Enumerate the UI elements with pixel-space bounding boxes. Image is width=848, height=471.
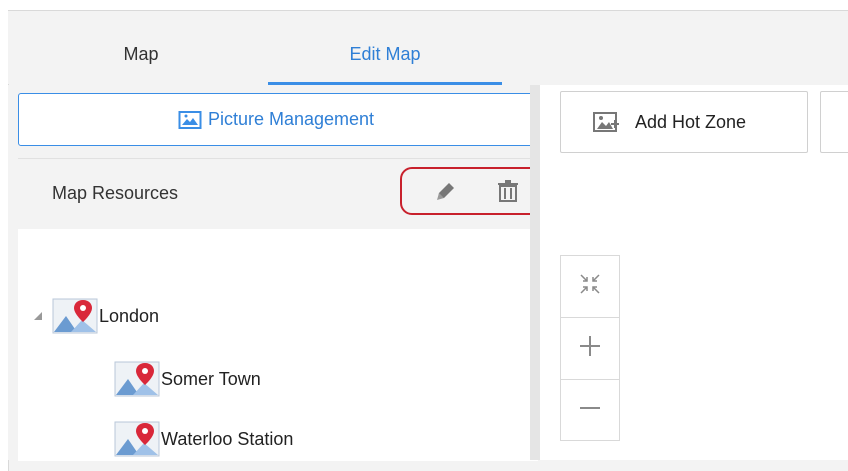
fit-screen-button[interactable] (561, 256, 619, 318)
zoom-in-icon (577, 333, 603, 364)
resources-title: Map Resources (52, 183, 179, 203)
resources-header: Map Resources (18, 159, 542, 229)
tree-item-label: Waterloo Station (161, 428, 294, 449)
tree-item-label: Somer Town (161, 368, 261, 389)
tab-bar: Map Edit Map (8, 11, 848, 85)
pencil-icon[interactable] (434, 179, 458, 208)
panel-divider[interactable] (530, 85, 540, 460)
zoom-out-icon (577, 395, 603, 426)
toolbar-button-partial[interactable] (820, 91, 848, 153)
zoom-controls (560, 255, 620, 441)
resources-section: Map Resources London Somer Town Waterloo… (18, 158, 542, 461)
add-hot-zone-label: Add Hot Zone (635, 111, 747, 132)
fit-screen-icon (577, 271, 603, 302)
expand-triangle-icon[interactable] (32, 310, 46, 322)
map-resources-panel: Picture Management Map Resources London … (8, 85, 542, 461)
add-hot-zone-button[interactable]: Add Hot Zone (560, 91, 808, 153)
picture-management-button[interactable]: Picture Management (18, 93, 534, 146)
zoom-out-button[interactable] (561, 380, 619, 441)
picture-icon (178, 110, 202, 130)
add-hot-zone-icon (593, 110, 621, 134)
tab-map[interactable]: Map (76, 11, 206, 82)
tree-item-london[interactable]: London (32, 298, 159, 334)
resources-toolbar (400, 167, 542, 215)
tree-item-waterloo-station[interactable]: Waterloo Station (114, 421, 293, 457)
trash-icon[interactable] (496, 179, 520, 208)
map-pin-icon (114, 361, 160, 397)
tree-item-somer-town[interactable]: Somer Town (114, 361, 261, 397)
zoom-in-button[interactable] (561, 318, 619, 380)
tab-edit-map[interactable]: Edit Map (268, 11, 502, 85)
map-pin-icon (114, 421, 160, 457)
map-pin-icon (52, 298, 98, 334)
tree-item-label: London (99, 305, 160, 326)
map-canvas-panel: Add Hot Zone (540, 85, 848, 460)
picture-management-label: Picture Management (207, 109, 375, 129)
